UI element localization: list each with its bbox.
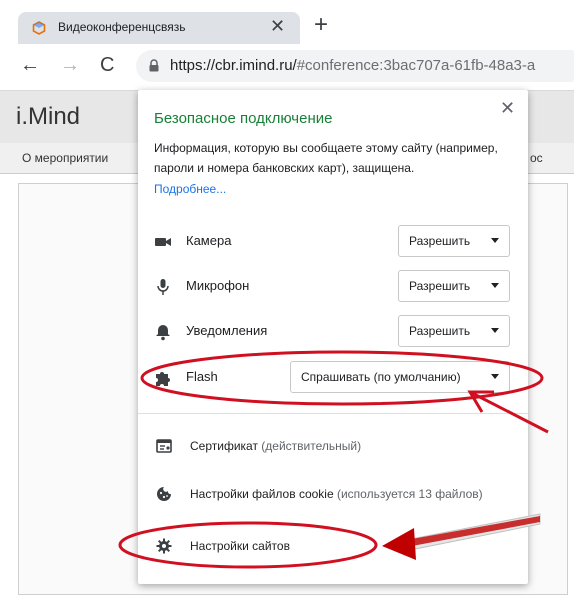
site-info-popup: ✕ Безопасное подключение Информация, кот… xyxy=(138,90,528,584)
connection-description: Информация, которую вы сообщаете этому с… xyxy=(154,141,498,175)
cookie-status: (используется 13 файлов) xyxy=(336,487,483,501)
certificate-item[interactable]: Сертификат (действительный) xyxy=(138,432,528,462)
close-tab-icon[interactable]: ✕ xyxy=(270,16,285,37)
select-value: Разрешить xyxy=(409,279,471,293)
new-tab-button[interactable]: + xyxy=(314,12,328,38)
chevron-down-icon xyxy=(491,374,499,379)
url-host: https://cbr.imind.ru/ xyxy=(170,57,297,74)
notifications-permission-select[interactable]: Разрешить xyxy=(398,315,510,347)
camera-icon xyxy=(155,238,171,246)
tab-title: Видеоконференцсвязь xyxy=(58,20,186,34)
close-popup-icon[interactable]: ✕ xyxy=(500,98,515,119)
gear-icon xyxy=(156,538,172,554)
url-text: https://cbr.imind.ru/#conference:3bac707… xyxy=(170,57,535,74)
select-value: Спрашивать (по умолчанию) xyxy=(301,370,461,384)
microphone-permission-select[interactable]: Разрешить xyxy=(398,270,510,302)
url-path: #conference:3bac707a-61fb-48a3-a xyxy=(296,57,536,74)
browser-toolbar: ← → C https://cbr.imind.ru/#conference:3… xyxy=(0,44,574,90)
permission-label: Flash xyxy=(186,369,218,384)
back-button[interactable]: ← xyxy=(20,54,40,77)
camera-permission-select[interactable]: Разрешить xyxy=(398,225,510,257)
permission-row-camera: Камера Разрешить xyxy=(138,223,528,261)
certificate-status: (действительный) xyxy=(261,439,362,453)
cookie-label: Настройки файлов cookie (используется 13… xyxy=(190,487,483,501)
app-logo: i.Mind xyxy=(16,103,81,130)
cookie-settings-item[interactable]: Настройки файлов cookie (используется 13… xyxy=(138,480,528,510)
reload-button[interactable]: C xyxy=(100,54,114,77)
tab-strip: Видеоконференцсвязь ✕ + xyxy=(0,0,574,44)
permission-row-microphone: Микрофон Разрешить xyxy=(138,268,528,306)
certificate-label: Сертификат (действительный) xyxy=(190,439,361,453)
bell-icon xyxy=(156,325,170,341)
select-value: Разрешить xyxy=(409,234,471,248)
microphone-icon xyxy=(157,279,169,295)
nav-item-about[interactable]: О мероприятии xyxy=(22,151,108,165)
lock-icon[interactable] xyxy=(148,59,160,72)
section-divider xyxy=(138,413,528,414)
puzzle-icon xyxy=(156,372,170,386)
permission-label: Камера xyxy=(186,233,232,248)
nav-item-partial[interactable]: ос xyxy=(530,151,543,165)
forward-button[interactable]: → xyxy=(60,54,80,77)
site-settings-item[interactable]: Настройки сайтов xyxy=(138,532,528,562)
chevron-down-icon xyxy=(491,238,499,243)
chevron-down-icon xyxy=(491,328,499,333)
browser-tab[interactable]: Видеоконференцсвязь ✕ xyxy=(18,12,300,44)
permission-row-flash: Flash Спрашивать (по умолчанию) xyxy=(138,359,528,397)
chevron-down-icon xyxy=(491,283,499,288)
learn-more-link[interactable]: Подробнее... xyxy=(154,182,226,196)
certificate-title: Сертификат xyxy=(190,439,258,453)
cookie-icon xyxy=(157,487,171,501)
permission-row-notifications: Уведомления Разрешить xyxy=(138,313,528,351)
certificate-icon xyxy=(156,439,172,453)
permission-label: Уведомления xyxy=(186,323,268,338)
select-value: Разрешить xyxy=(409,324,471,338)
connection-status-title: Безопасное подключение xyxy=(154,110,333,127)
permission-label: Микрофон xyxy=(186,278,250,293)
site-favicon-icon xyxy=(32,21,46,35)
cookie-title: Настройки файлов cookie xyxy=(190,487,334,501)
flash-permission-select[interactable]: Спрашивать (по умолчанию) xyxy=(290,361,510,393)
site-settings-label: Настройки сайтов xyxy=(190,539,290,553)
address-bar[interactable]: https://cbr.imind.ru/#conference:3bac707… xyxy=(136,50,574,82)
